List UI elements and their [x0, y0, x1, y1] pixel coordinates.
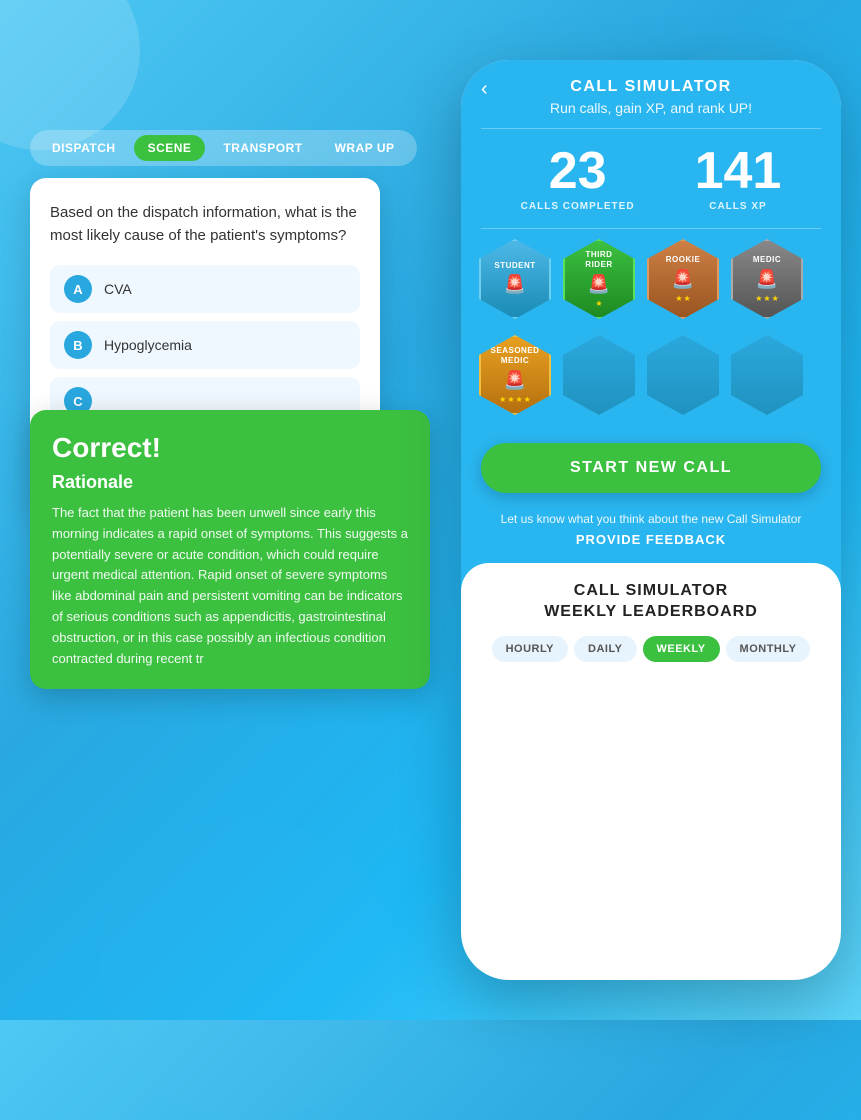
- tab-transport[interactable]: TRANSPORT: [209, 135, 316, 161]
- badge-shape-empty-3: [731, 335, 803, 415]
- star-3: ★: [772, 294, 779, 303]
- tab-dispatch[interactable]: DISPATCH: [38, 135, 130, 161]
- badge-shape-empty-1: [563, 335, 635, 415]
- feedback-section: Let us know what you think about the new…: [461, 503, 841, 555]
- star-4: ★: [524, 395, 531, 404]
- phone-subtitle: Run calls, gain XP, and rank UP!: [481, 100, 821, 116]
- badge-seasoned-medic: SEASONEDMEDIC 🚨 ★ ★ ★ ★: [477, 335, 553, 423]
- phone-title: CALL SIMULATOR: [481, 78, 821, 96]
- phone-header: ‹ CALL SIMULATOR Run calls, gain XP, and…: [461, 60, 841, 128]
- badge-student: STUDENT 🚨: [477, 239, 553, 327]
- leaderboard-title: CALL SIMULATORWEEKLY LEADERBOARD: [481, 581, 821, 623]
- badge-shape-rookie: ROOKIE 🚨 ★ ★: [647, 239, 719, 319]
- badge-label-medic: MEDIC: [753, 255, 781, 265]
- answer-letter-a: A: [64, 275, 92, 303]
- correct-title: Correct!: [52, 432, 408, 464]
- stats-row: 23 CALLS COMPLETED 141 CALLS XP: [461, 129, 841, 228]
- leaderboard-section: CALL SIMULATORWEEKLY LEADERBOARD HOURLY …: [461, 563, 841, 980]
- star-2: ★: [507, 395, 514, 404]
- calls-completed-stat: 23 CALLS COMPLETED: [521, 145, 635, 212]
- badge-third-rider: THIRDRIDER 🚨 ★: [561, 239, 637, 327]
- phone-shell: ‹ CALL SIMULATOR Run calls, gain XP, and…: [461, 60, 841, 980]
- start-new-call-button[interactable]: START NEW CALL: [481, 443, 821, 493]
- provide-feedback-button[interactable]: PROVIDE FEEDBACK: [481, 532, 821, 547]
- badges-row-2: SEASONEDMEDIC 🚨 ★ ★ ★ ★: [477, 335, 825, 423]
- phone-screen: ‹ CALL SIMULATOR Run calls, gain XP, and…: [461, 60, 841, 980]
- tab-wrapup[interactable]: WRAP UP: [321, 135, 409, 161]
- tab-scene[interactable]: SCENE: [134, 135, 206, 161]
- badge-icon-seasoned: 🚨: [504, 370, 526, 391]
- badge-icon-third-rider: 🚨: [588, 274, 610, 295]
- back-button[interactable]: ‹: [481, 78, 488, 101]
- quiz-question: Based on the dispatch information, what …: [50, 202, 360, 247]
- star-1: ★: [675, 294, 682, 303]
- lb-tab-monthly[interactable]: MONTHLY: [726, 636, 811, 662]
- calls-xp-number: 141: [695, 145, 782, 197]
- badge-icon-rookie: 🚨: [672, 269, 694, 290]
- rationale-title: Rationale: [52, 472, 408, 493]
- bg-decoration: [0, 0, 140, 150]
- badge-label-seasoned: SEASONEDMEDIC: [491, 346, 540, 365]
- calls-completed-number: 23: [521, 145, 635, 197]
- answer-text-b: Hypoglycemia: [104, 337, 192, 353]
- lb-tab-daily[interactable]: DAILY: [574, 636, 637, 662]
- feedback-sub-text: Let us know what you think about the new…: [481, 511, 821, 528]
- badge-empty-3: [729, 335, 805, 423]
- badge-shape-seasoned: SEASONEDMEDIC 🚨 ★ ★ ★ ★: [479, 335, 551, 415]
- answer-text-a: CVA: [104, 281, 132, 297]
- star-1: ★: [755, 294, 762, 303]
- lb-tab-hourly[interactable]: HOURLY: [492, 636, 568, 662]
- calls-xp-label: CALLS XP: [695, 201, 782, 212]
- badge-empty-2: [645, 335, 721, 423]
- badge-shape-student: STUDENT 🚨: [479, 239, 551, 319]
- badge-label-third-rider: THIRDRIDER: [585, 250, 612, 269]
- right-phone: ‹ CALL SIMULATOR Run calls, gain XP, and…: [461, 60, 841, 980]
- star-3: ★: [516, 395, 523, 404]
- badge-label-rookie: ROOKIE: [666, 255, 701, 265]
- star-1: ★: [499, 395, 506, 404]
- calls-completed-label: CALLS COMPLETED: [521, 201, 635, 212]
- badges-section: STUDENT 🚨 THIRDRIDER 🚨 ★: [461, 229, 841, 433]
- star-2: ★: [763, 294, 770, 303]
- answer-letter-b: B: [64, 331, 92, 359]
- left-panel: DISPATCH SCENE TRANSPORT WRAP UP Based o…: [30, 130, 420, 509]
- badge-medic: MEDIC 🚨 ★ ★ ★: [729, 239, 805, 327]
- badge-label-student: STUDENT: [494, 261, 535, 271]
- badge-stars-medic: ★ ★ ★: [755, 294, 779, 303]
- tab-bar: DISPATCH SCENE TRANSPORT WRAP UP: [30, 130, 417, 166]
- badge-icon-medic: 🚨: [756, 269, 778, 290]
- badge-empty-1: [561, 335, 637, 423]
- answer-option-b[interactable]: B Hypoglycemia: [50, 321, 360, 369]
- badges-row-1: STUDENT 🚨 THIRDRIDER 🚨 ★: [477, 239, 825, 327]
- badge-shape-medic: MEDIC 🚨 ★ ★ ★: [731, 239, 803, 319]
- start-call-label: START NEW CALL: [481, 459, 821, 477]
- bg-decoration: [100, 820, 400, 1120]
- badge-stars-third-rider: ★: [595, 299, 602, 308]
- calls-xp-stat: 141 CALLS XP: [695, 145, 782, 212]
- lb-tab-weekly[interactable]: WEEKLY: [643, 636, 720, 662]
- star-1: ★: [595, 299, 602, 308]
- badge-icon-student: 🚨: [504, 274, 526, 295]
- rationale-text: The fact that the patient has been unwel…: [52, 503, 408, 669]
- badge-shape-empty-2: [647, 335, 719, 415]
- leaderboard-tabs: HOURLY DAILY WEEKLY MONTHLY: [481, 636, 821, 662]
- badge-shape-third-rider: THIRDRIDER 🚨 ★: [563, 239, 635, 319]
- badge-rookie: ROOKIE 🚨 ★ ★: [645, 239, 721, 327]
- star-2: ★: [684, 294, 691, 303]
- answer-option-a[interactable]: A CVA: [50, 265, 360, 313]
- badge-stars-rookie: ★ ★: [675, 294, 690, 303]
- badge-stars-seasoned: ★ ★ ★ ★: [499, 395, 531, 404]
- correct-overlay: Correct! Rationale The fact that the pat…: [30, 410, 430, 689]
